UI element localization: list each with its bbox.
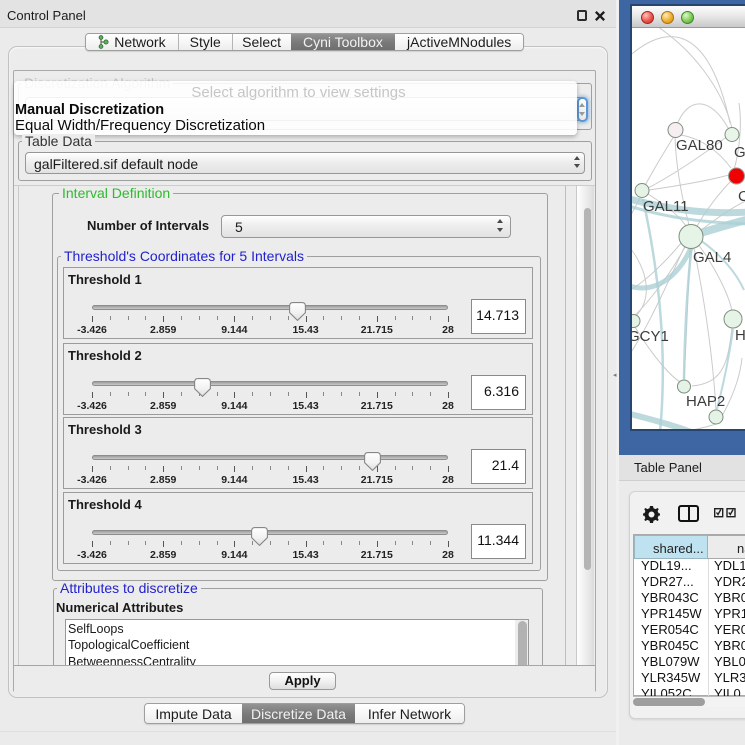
svg-text:H: H xyxy=(735,327,745,344)
svg-text:GAL80: GAL80 xyxy=(676,137,723,154)
svg-text:GA: GA xyxy=(734,144,745,161)
svg-text:C: C xyxy=(738,188,745,205)
svg-text:GAL11: GAL11 xyxy=(643,198,689,215)
svg-text:HAP2: HAP2 xyxy=(686,393,725,410)
svg-text:GCY1: GCY1 xyxy=(632,328,669,345)
svg-text:GAL4: GAL4 xyxy=(693,249,731,266)
